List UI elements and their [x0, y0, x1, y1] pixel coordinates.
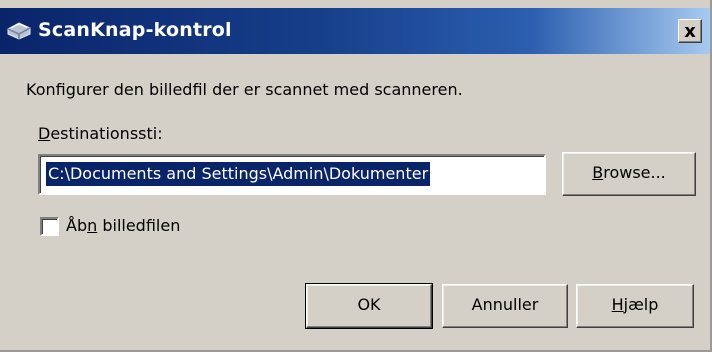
title-bar[interactable]: ScanKnap-kontrol x [0, 8, 710, 54]
scanknap-dialog: ScanKnap-kontrol x Konfigurer den billed… [0, 0, 712, 352]
ok-button[interactable]: OK [305, 283, 433, 329]
destination-label-accesskey: D [38, 124, 51, 143]
browse-button-label: rowse... [603, 163, 666, 182]
close-button[interactable]: x [678, 19, 702, 43]
help-button[interactable]: Hjælp [576, 284, 694, 328]
cancel-button[interactable]: Annuller [442, 284, 568, 328]
scanner-icon [7, 22, 31, 40]
close-icon: x [684, 21, 696, 42]
destination-label-text: estinationssti: [50, 124, 163, 143]
open-image-label[interactable]: Åbn billedfilen [66, 216, 180, 235]
help-button-accesskey: H [611, 295, 624, 314]
open-image-checkbox[interactable] [40, 217, 59, 236]
destination-path-value: C:\Documents and Settings\Admin\Dokument… [46, 162, 431, 186]
ok-button-label: OK [357, 295, 381, 314]
open-image-label-start: Åb [66, 216, 88, 235]
open-image-label-accesskey: n [87, 216, 98, 235]
destination-path-input[interactable]: C:\Documents and Settings\Admin\Dokument… [38, 154, 546, 195]
destination-label: Destinationssti: [38, 124, 163, 143]
open-image-label-end: billedfilen [97, 216, 181, 235]
cancel-button-label: Annuller [471, 295, 539, 314]
browse-button[interactable]: Browse... [562, 152, 696, 196]
help-button-label: jælp [623, 295, 659, 314]
browse-button-accesskey: B [592, 163, 604, 182]
window-title: ScanKnap-kontrol [38, 19, 232, 41]
description-text: Konfigurer den billedfil der er scannet … [26, 80, 463, 99]
